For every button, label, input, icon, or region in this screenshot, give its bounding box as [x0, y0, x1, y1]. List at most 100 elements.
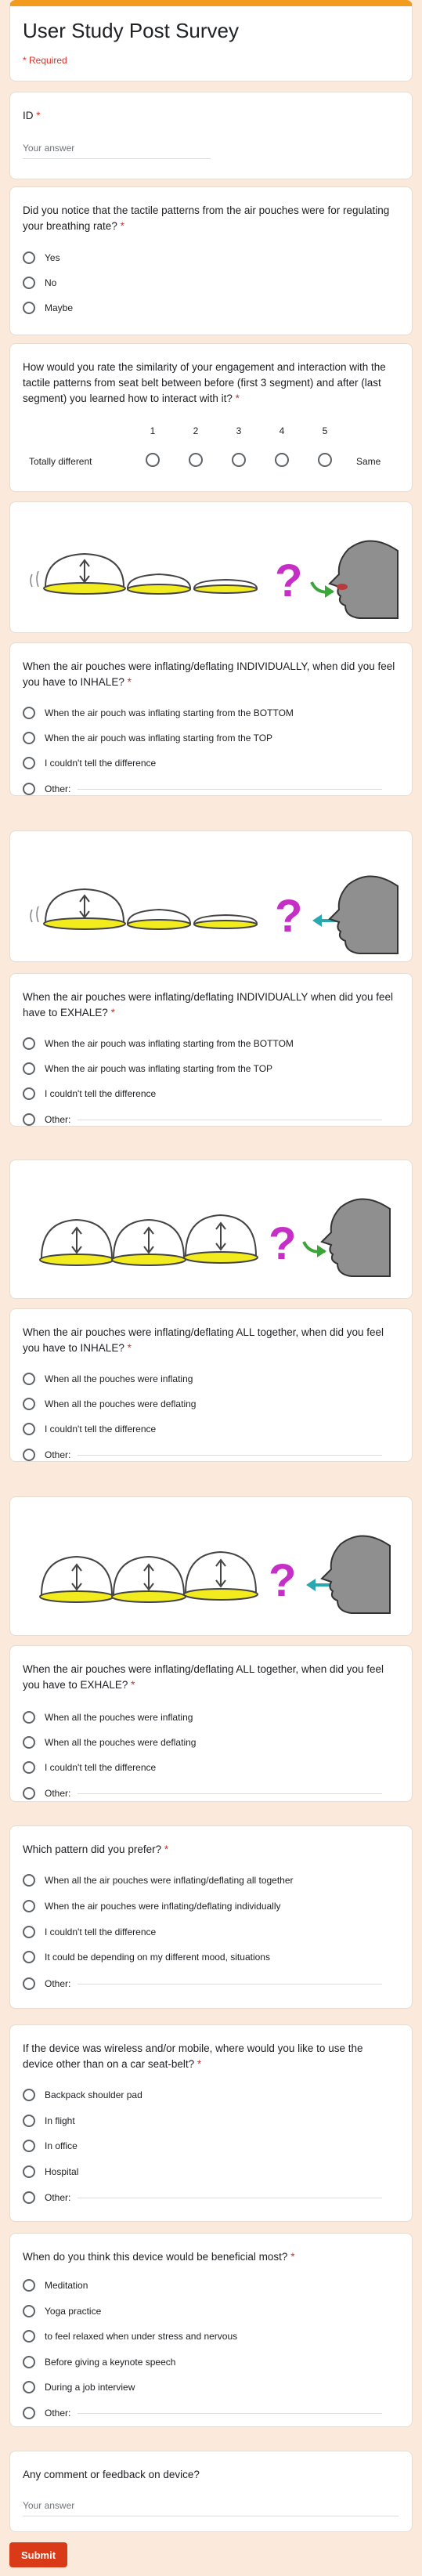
question-title: How would you rate the similarity of you…: [23, 361, 386, 404]
question-title: When the air pouches were inflating/defl…: [23, 660, 395, 688]
option-yes[interactable]: Yes: [23, 249, 60, 266]
option-individually[interactable]: When the air pouches were inflating/defl…: [23, 1898, 281, 1915]
scale-radio-4[interactable]: [275, 453, 289, 467]
illustration-together-inhale: ?: [39, 1198, 391, 1277]
option-in-flight[interactable]: In flight: [23, 2112, 75, 2129]
option-bottom[interactable]: When the air pouch was inflating startin…: [23, 1035, 294, 1052]
option-inflating[interactable]: When all the pouches were inflating: [23, 1709, 193, 1726]
radio-button[interactable]: [23, 2165, 35, 2178]
radio-button[interactable]: [23, 1423, 35, 1435]
option-no-difference[interactable]: I couldn't tell the difference: [23, 1923, 156, 1941]
option-maybe[interactable]: Maybe: [23, 299, 73, 317]
question-id-card: ID * Your answer: [9, 92, 413, 179]
radio-button[interactable]: [23, 1977, 35, 1990]
submit-button[interactable]: Submit: [9, 2542, 67, 2567]
radio-button[interactable]: [23, 2115, 35, 2127]
air-pouch-icon: [183, 1550, 258, 1601]
radio-button[interactable]: [23, 783, 35, 795]
radio-button[interactable]: [23, 2356, 35, 2368]
option-yoga[interactable]: Yoga practice: [23, 2303, 101, 2320]
question-together-inhale-card: When the air pouches were inflating/defl…: [9, 1308, 413, 1462]
option-top[interactable]: When the air pouch was inflating startin…: [23, 729, 272, 747]
face-profile-icon: [328, 540, 399, 619]
scale-radio-5[interactable]: [318, 453, 332, 467]
radio-button[interactable]: [23, 2089, 35, 2101]
scale-radio-2[interactable]: [189, 453, 203, 467]
scale-low-label: Totally different: [29, 456, 92, 467]
option-backpack[interactable]: Backpack shoulder pad: [23, 2086, 142, 2104]
radio-button[interactable]: [23, 2305, 35, 2317]
option-other[interactable]: Other:: [23, 1111, 398, 1128]
radio-button[interactable]: [23, 1787, 35, 1800]
option-no-difference[interactable]: I couldn't tell the difference: [23, 754, 156, 772]
scale-radio-1[interactable]: [146, 453, 160, 467]
radio-button[interactable]: [23, 251, 35, 264]
radio-button[interactable]: [23, 2330, 35, 2343]
option-no[interactable]: No: [23, 274, 56, 291]
question-title: If the device was wireless and/or mobile…: [23, 2042, 363, 2070]
radio-button[interactable]: [23, 1113, 35, 1126]
radio-button[interactable]: [23, 2191, 35, 2204]
air-pouch-icon: [193, 578, 258, 594]
radio-button[interactable]: [23, 1087, 35, 1100]
other-input[interactable]: [78, 1455, 382, 1456]
other-input[interactable]: [78, 789, 382, 790]
radio-button[interactable]: [23, 2140, 35, 2152]
radio-button[interactable]: [23, 277, 35, 289]
option-in-office[interactable]: In office: [23, 2137, 78, 2155]
question-mark-icon: ?: [275, 891, 302, 942]
option-bottom[interactable]: When the air pouch was inflating startin…: [23, 704, 294, 722]
scale-number-1: 1: [150, 425, 156, 436]
radio-button[interactable]: [23, 707, 35, 719]
radio-button[interactable]: [23, 1926, 35, 1938]
option-meditation[interactable]: Meditation: [23, 2277, 88, 2294]
radio-button[interactable]: [23, 1037, 35, 1050]
radio-button[interactable]: [23, 1900, 35, 1912]
option-other[interactable]: Other:: [23, 780, 398, 798]
radio-button[interactable]: [23, 302, 35, 314]
option-stress[interactable]: to feel relaxed when under stress and ne…: [23, 2328, 237, 2345]
radio-button[interactable]: [23, 1711, 35, 1724]
radio-button[interactable]: [23, 1398, 35, 1410]
other-input[interactable]: [78, 1793, 382, 1794]
option-no-difference[interactable]: I couldn't tell the difference: [23, 1420, 156, 1438]
radio-button[interactable]: [23, 1373, 35, 1385]
option-no-difference[interactable]: I couldn't tell the difference: [23, 1085, 156, 1102]
radio-button[interactable]: [23, 1761, 35, 1774]
breath-arrow-icon: [302, 1241, 326, 1257]
option-hospital[interactable]: Hospital: [23, 2163, 78, 2180]
face-profile-icon: [320, 1535, 391, 1614]
option-other[interactable]: Other:: [23, 2404, 398, 2422]
radio-button[interactable]: [23, 1062, 35, 1075]
option-other[interactable]: Other:: [23, 2189, 398, 2206]
option-inflating[interactable]: When all the pouches were inflating: [23, 1370, 193, 1387]
option-top[interactable]: When the air pouch was inflating startin…: [23, 1060, 272, 1077]
id-input[interactable]: Your answer: [23, 143, 211, 159]
question-title: When the air pouches were inflating/defl…: [23, 991, 394, 1018]
option-job-interview[interactable]: During a job interview: [23, 2379, 135, 2396]
scale-radio-3[interactable]: [232, 453, 246, 467]
other-input[interactable]: [78, 2413, 382, 2414]
radio-button[interactable]: [23, 1874, 35, 1887]
question-together-exhale-card: When the air pouches were inflating/defl…: [9, 1645, 413, 1802]
option-other[interactable]: Other:: [23, 1975, 398, 1992]
option-deflating[interactable]: When all the pouches were deflating: [23, 1734, 196, 1751]
option-all-together[interactable]: When all the air pouches were inflating/…: [23, 1872, 294, 1889]
option-deflating[interactable]: When all the pouches were deflating: [23, 1395, 196, 1413]
required-note: * Required: [23, 55, 67, 66]
option-keynote[interactable]: Before giving a keynote speech: [23, 2353, 175, 2371]
radio-button[interactable]: [23, 2279, 35, 2292]
radio-button[interactable]: [23, 2381, 35, 2393]
radio-button[interactable]: [23, 2407, 35, 2419]
illustration-together-exhale: ?: [39, 1535, 391, 1614]
radio-button[interactable]: [23, 732, 35, 744]
option-other[interactable]: Other:: [23, 1785, 398, 1802]
radio-button[interactable]: [23, 757, 35, 769]
option-depends-on-mood[interactable]: It could be depending on my different mo…: [23, 1948, 270, 1966]
radio-button[interactable]: [23, 1449, 35, 1461]
option-no-difference[interactable]: I couldn't tell the difference: [23, 1759, 156, 1776]
option-other[interactable]: Other:: [23, 1446, 398, 1463]
comment-input[interactable]: Your answer: [23, 2500, 399, 2516]
radio-button[interactable]: [23, 1736, 35, 1749]
radio-button[interactable]: [23, 1951, 35, 1963]
